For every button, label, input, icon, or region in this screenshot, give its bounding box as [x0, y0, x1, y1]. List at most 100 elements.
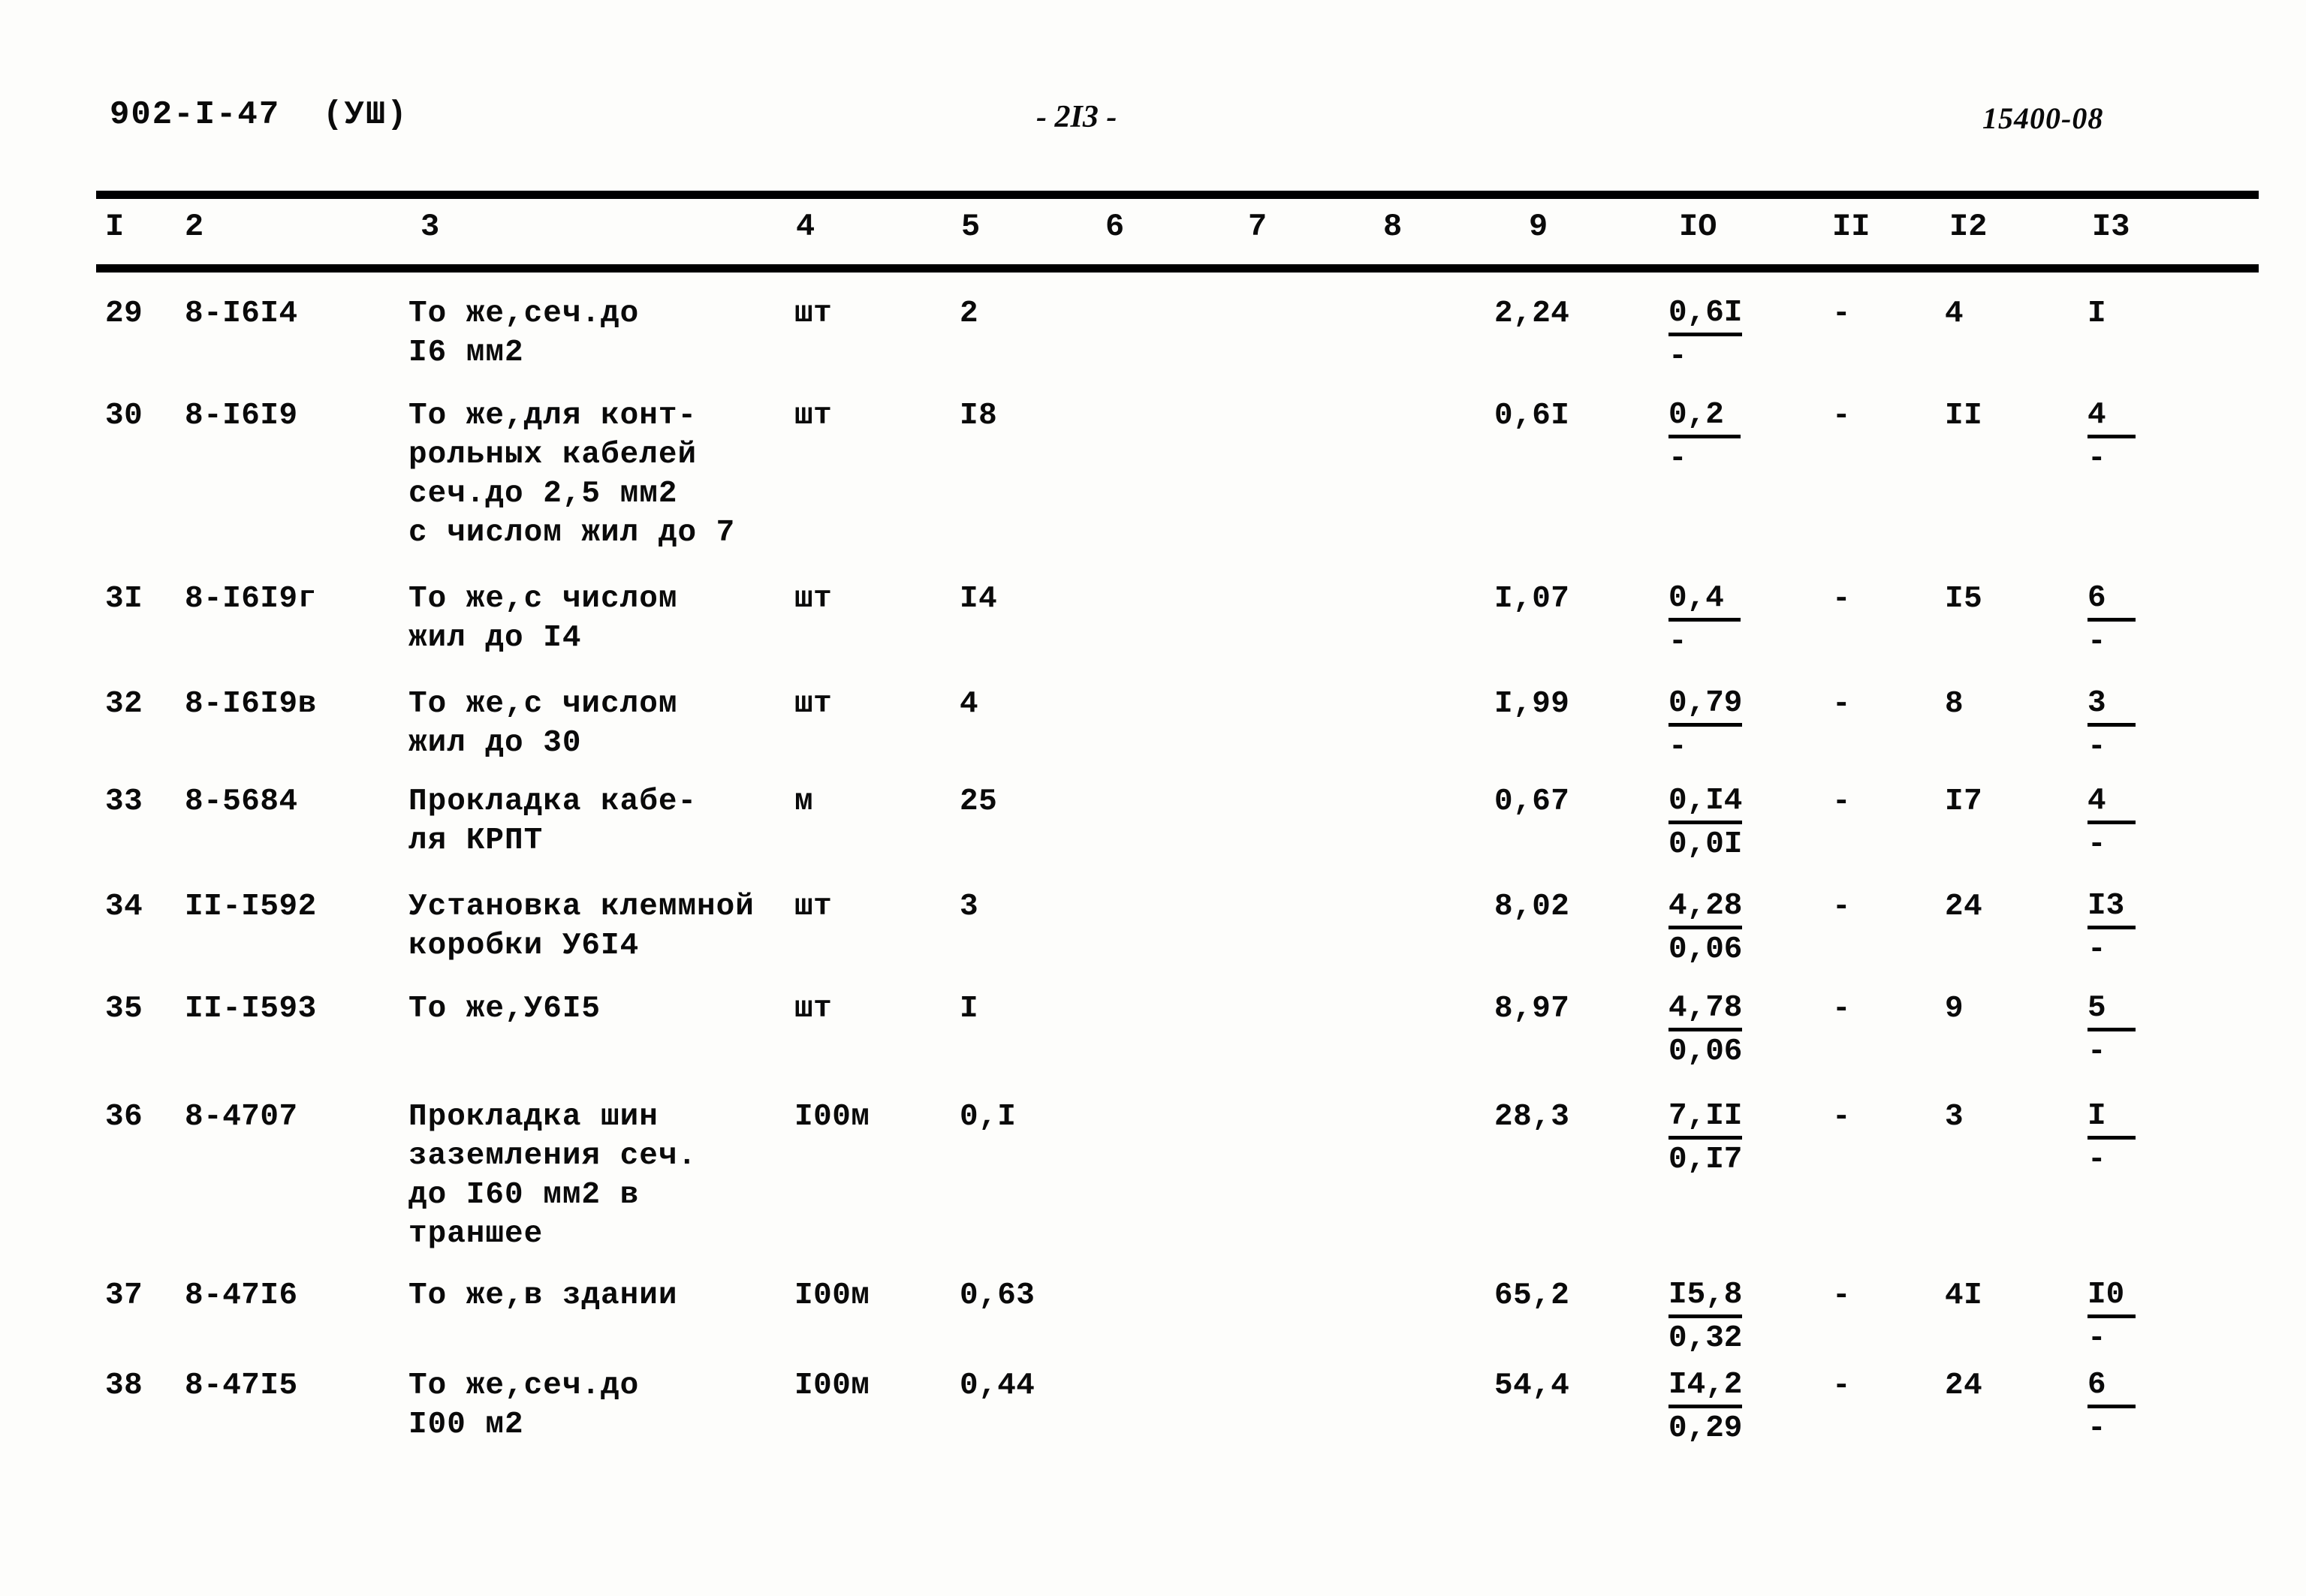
fraction-denominator: - [1668, 625, 1687, 659]
cell-col12-value: 24 [1945, 890, 1983, 924]
fraction-numerator: 0,4 [1668, 580, 1741, 622]
column-header-7: 7 [1248, 209, 1268, 245]
cell-unit: м [794, 784, 814, 819]
cell-col9-value: 2,24 [1494, 297, 1570, 331]
cell-col12-value: 9 [1945, 992, 1964, 1026]
table-row: 30 8-I6I9 То же,для конт- рольных кабелей … [0, 396, 2306, 577]
cell-col13-value: I [2087, 297, 2107, 331]
cell-col12-value: 4 [1945, 297, 1964, 331]
cell-col9-value: 28,3 [1494, 1100, 1570, 1134]
cell-quantity: 0,44 [960, 1369, 1035, 1403]
cell-col13-fraction: I0- [2087, 1276, 2136, 1357]
fraction-denominator: - [2087, 1143, 2106, 1177]
cell-item-number: 30 [105, 399, 143, 433]
cell-unit: шт [794, 399, 833, 433]
cell-col13-fraction: 5- [2087, 989, 2136, 1071]
table-row: 37 8-47I6 То же,в здании I00м 0,63 65,2 I5,8 0,… [0, 1276, 2306, 1365]
cell-quantity: 3 [960, 890, 979, 924]
cell-quantity: I4 [960, 582, 998, 616]
cell-col12-value: 24 [1945, 1369, 1983, 1403]
column-header-5: 5 [961, 209, 981, 245]
fraction-numerator: 0,I4 [1668, 782, 1743, 824]
cell-col10-fraction: I5,8 0,32 [1668, 1276, 1743, 1357]
cell-col9-value: 8,97 [1494, 992, 1570, 1026]
column-header-2: 2 [185, 209, 204, 245]
column-header-13: I3 [2092, 209, 2130, 245]
fraction-denominator: 0,06 [1668, 1034, 1743, 1069]
cell-col9-value: 54,4 [1494, 1369, 1570, 1403]
cell-quantity: I8 [960, 399, 998, 433]
cell-item-number: 34 [105, 890, 143, 924]
column-header-6: 6 [1105, 209, 1125, 245]
cell-description: То же,для конт- рольных кабелей сеч.до 2… [408, 399, 736, 550]
document-page: 902-I-47 (УШ) - 2I3 - 15400-08 I23456789… [0, 0, 2306, 1596]
cell-item-number: 3I [105, 582, 143, 616]
cell-col9-value: 65,2 [1494, 1278, 1570, 1313]
cell-col13-fraction: 4- [2087, 782, 2136, 863]
cell-col10-fraction: 4,28 0,06 [1668, 887, 1743, 968]
cell-item-number: 36 [105, 1100, 143, 1134]
cell-unit: I00м [794, 1369, 870, 1403]
cell-col12-value: 8 [1945, 687, 1964, 721]
fraction-denominator: - [2087, 730, 2106, 764]
cell-code: 8-I6I9 [185, 399, 298, 433]
cell-col11-value: - [1832, 890, 1852, 924]
fraction-denominator: - [1668, 441, 1687, 476]
cell-col10-fraction: 0,79- [1668, 685, 1743, 766]
cell-col13-fraction: 6- [2087, 1366, 2136, 1447]
cell-col9-value: 0,67 [1494, 784, 1570, 819]
fraction-denominator: 0,0I [1668, 827, 1743, 862]
fraction-numerator: I0 [2087, 1276, 2136, 1318]
cell-col10-fraction: I4,2 0,29 [1668, 1366, 1743, 1447]
cell-col13-fraction: I3- [2087, 887, 2136, 968]
document-code: 902-I-47 (УШ) [110, 96, 408, 134]
cell-item-number: 29 [105, 297, 143, 331]
cell-col9-value: I,07 [1494, 582, 1570, 616]
fraction-numerator: 4,78 [1668, 989, 1743, 1031]
cell-col13-fraction: 3- [2087, 685, 2136, 766]
cell-description: То же,У6I5 [408, 992, 601, 1026]
cell-col11-value: - [1832, 399, 1852, 433]
cell-description: То же,с числом жил до 30 [408, 687, 678, 760]
fraction-denominator: 0,29 [1668, 1411, 1743, 1446]
cell-code: II-I593 [185, 992, 317, 1026]
cell-description: То же,в здании [408, 1278, 678, 1313]
fraction-denominator: - [2087, 441, 2106, 476]
column-header-9: 9 [1529, 209, 1548, 245]
cell-col9-value: 8,02 [1494, 890, 1570, 924]
cell-description: То же,с числом жил до I4 [408, 582, 678, 655]
cell-code: 8-5684 [185, 784, 298, 819]
cell-description: Установка клеммной коробки У6I4 [408, 890, 755, 963]
sheet-code: 15400-08 [1982, 101, 2104, 135]
cell-unit: I00м [794, 1278, 870, 1313]
cell-unit: шт [794, 582, 833, 616]
table-row: 33 8-5684 Прокладка кабе- ля КРПТ м 25 0,67 0,… [0, 782, 2306, 884]
column-header-10: IO [1679, 209, 1717, 245]
cell-col12-value: II [1945, 399, 1983, 433]
column-header-1: I [105, 209, 125, 245]
fraction-numerator: 5 [2087, 989, 2136, 1031]
cell-quantity: 4 [960, 687, 979, 721]
fraction-numerator: 4,28 [1668, 887, 1743, 929]
fraction-numerator: 4 [2087, 782, 2136, 824]
cell-quantity: 0,63 [960, 1278, 1035, 1313]
column-header-11: II [1832, 209, 1870, 245]
fraction-denominator: - [2087, 1321, 2106, 1356]
table-row: 34 II-I592 Установка клеммной коробки У6I4… [0, 887, 2306, 986]
cell-code: 8-47I5 [185, 1369, 298, 1403]
fraction-denominator: - [1668, 730, 1687, 764]
cell-col10-fraction: 0,2- [1668, 396, 1741, 477]
cell-col11-value: - [1832, 687, 1852, 721]
cell-col11-value: - [1832, 1100, 1852, 1134]
column-header-4: 4 [796, 209, 815, 245]
fraction-numerator: I4,2 [1668, 1366, 1743, 1408]
fraction-denominator: - [2087, 625, 2106, 659]
cell-col13-fraction: 4- [2087, 396, 2136, 477]
column-header-12: I2 [1949, 209, 1988, 245]
table-row: 36 8-4707 Прокладка шин заземления сеч. до… [0, 1098, 2306, 1273]
fraction-numerator: I [2087, 1098, 2136, 1140]
cell-description: То же,сеч.до I00 м2 [408, 1369, 640, 1442]
cell-item-number: 37 [105, 1278, 143, 1313]
cell-code: 8-I6I9г [185, 582, 317, 616]
cell-col9-value: I,99 [1494, 687, 1570, 721]
